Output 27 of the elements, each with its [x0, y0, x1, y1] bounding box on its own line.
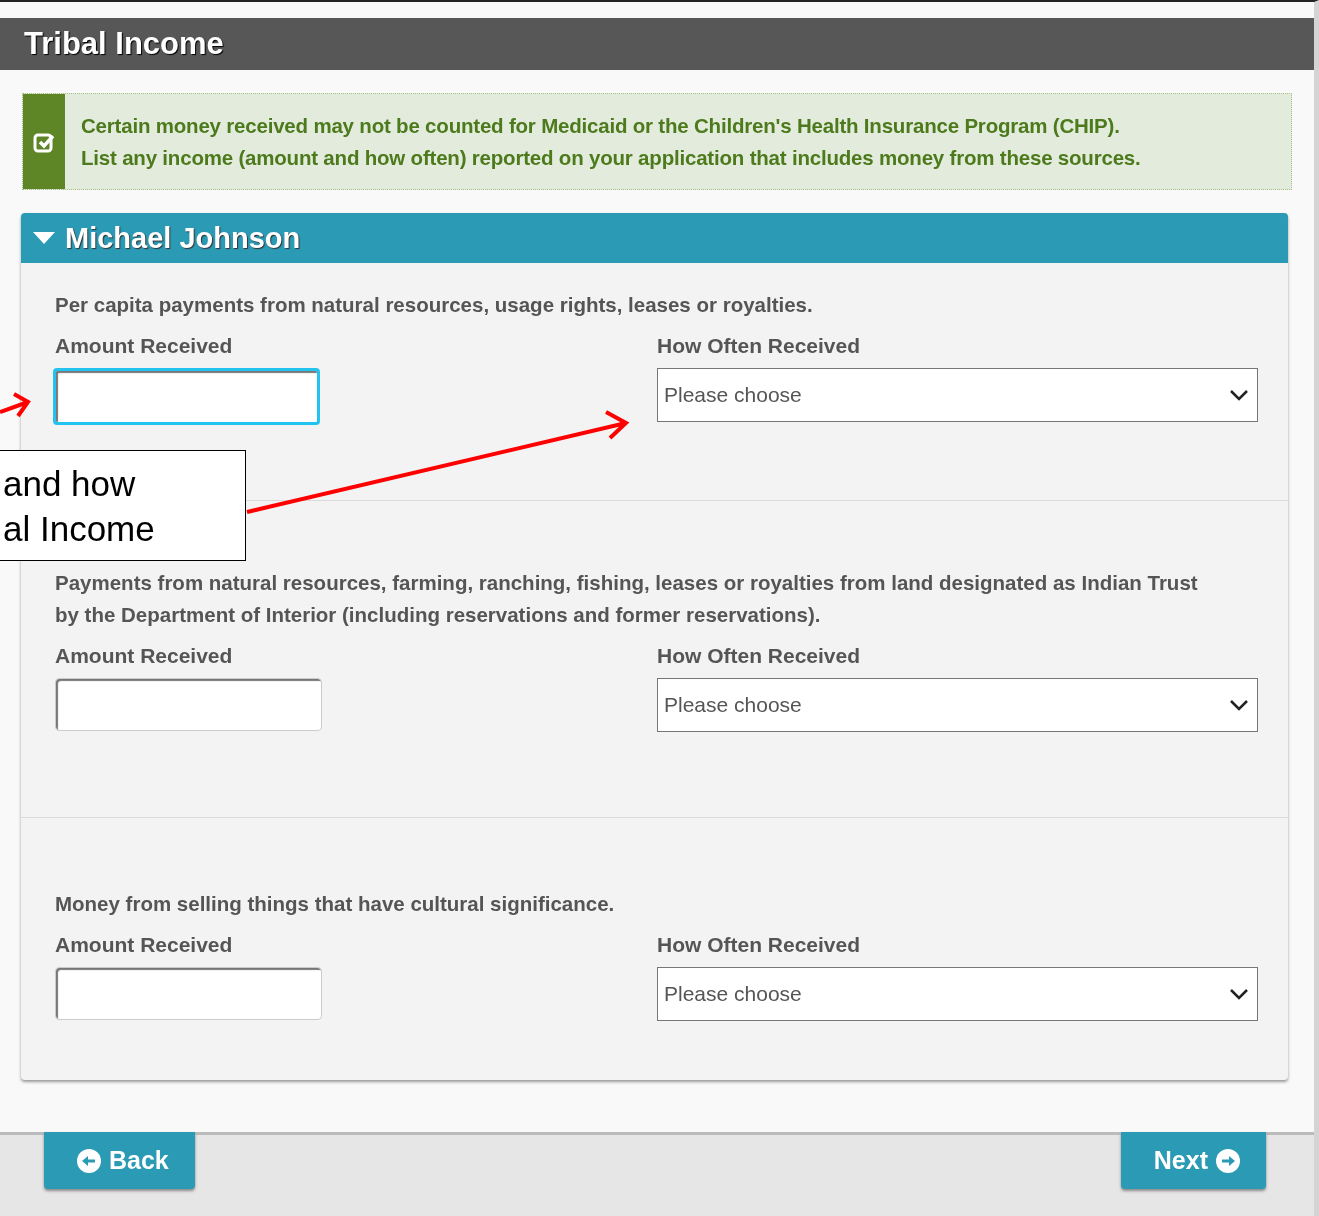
notice-text: Certain money received may not be counted for Medicaid or the Children's Health Insurance Program (CHIP). — [81, 113, 1121, 138]
field-label: How Often Received — [657, 334, 862, 358]
income-description: Per capita payments from natural resources, usage rights, leases or royalties. — [55, 292, 814, 318]
annotation-arrow — [0, 392, 31, 418]
income-description: Payments from natural resources, farming, ranching, fishing, leases or royalties from land designated as Indian Trust by the Department of Interior (including reservations and former reservations). — [55, 570, 1199, 628]
page-title: Tribal Income — [0, 18, 1314, 70]
field-label: Amount Received — [55, 933, 234, 957]
field-label: Amount Received — [55, 334, 234, 358]
field-label: How Often Received — [657, 933, 862, 957]
income-description: Money from selling things that have cultural significance. — [55, 891, 616, 917]
callout-text: al Income — [3, 507, 156, 550]
frequency-select[interactable]: Please choose — [657, 678, 1258, 732]
caret-icon — [33, 232, 55, 244]
frequency-select[interactable]: Please choose — [657, 368, 1258, 422]
amount-field[interactable] — [55, 967, 322, 1020]
callout-text: and how — [3, 462, 137, 505]
chevron-down-icon — [1229, 699, 1249, 711]
field-label: Amount Received — [55, 644, 234, 668]
arrow-right-icon — [1216, 1148, 1240, 1173]
notice-text: List any income (amount and how often) reported on your application that includes money from these sources. — [81, 145, 1141, 170]
frequency-select[interactable]: Please choose — [657, 967, 1258, 1021]
chevron-down-icon — [1229, 988, 1249, 1000]
arrow-left-icon — [77, 1148, 101, 1173]
amount-field[interactable] — [55, 678, 322, 731]
field-label: How Often Received — [657, 644, 862, 668]
amount-field[interactable] — [53, 368, 320, 425]
chevron-down-icon — [1229, 389, 1249, 401]
